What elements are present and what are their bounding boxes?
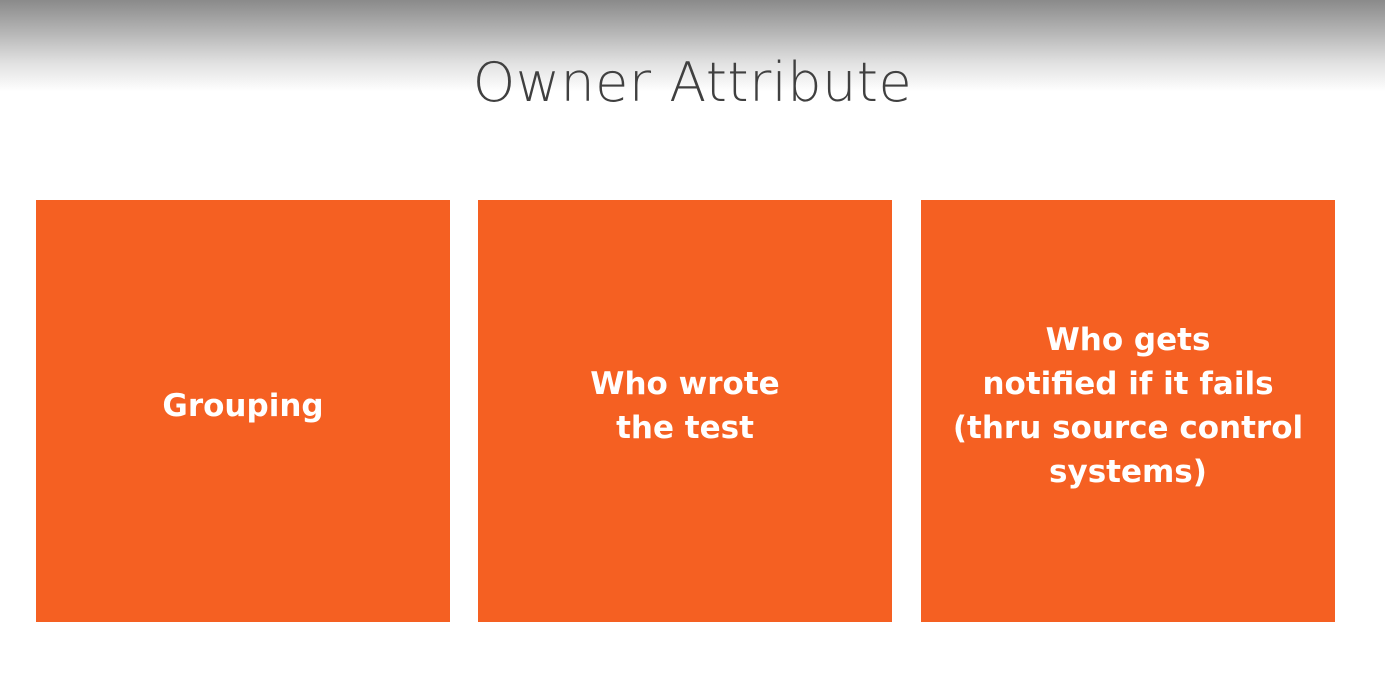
card-label: Grouping <box>162 388 324 424</box>
card-label: Who wrote the test <box>590 366 780 446</box>
card-grouping: Grouping <box>36 200 450 622</box>
card-who-notified: Who gets notified if it fails (thru sour… <box>921 200 1335 622</box>
slide-title: Owner Attribute <box>472 51 913 114</box>
card-label: Who gets notified if it fails (thru sour… <box>952 322 1304 490</box>
card-who-wrote: Who wrote the test <box>478 200 892 622</box>
